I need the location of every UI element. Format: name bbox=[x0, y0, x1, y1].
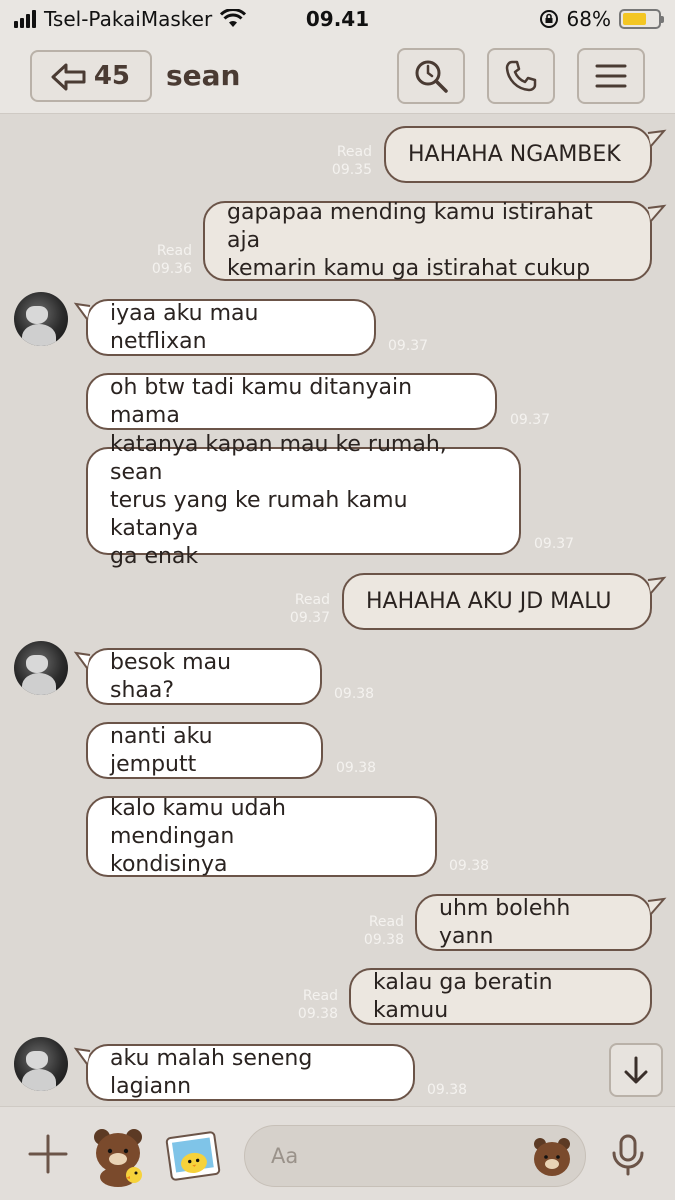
message-time: 09.37 bbox=[534, 536, 575, 552]
read-status: Read bbox=[302, 988, 338, 1004]
read-status: Read bbox=[156, 243, 192, 259]
menu-button[interactable] bbox=[577, 47, 645, 104]
back-arrow-icon bbox=[51, 63, 86, 90]
sticker-icon[interactable] bbox=[88, 1125, 150, 1187]
call-button[interactable] bbox=[487, 47, 555, 104]
outgoing-message[interactable]: HAHAHA AKU JD MALU bbox=[342, 573, 652, 630]
incoming-message[interactable]: besok mau shaa? bbox=[86, 648, 322, 705]
message-meta: Read 09.37 bbox=[258, 591, 330, 627]
message-time: 09.36 bbox=[151, 261, 192, 277]
chat-header: 45 sean bbox=[0, 38, 675, 114]
search-button[interactable] bbox=[397, 47, 465, 104]
incoming-message[interactable]: iyaa aku mau netflixan bbox=[86, 299, 376, 356]
status-bar-left: Tsel-PakaiMasker bbox=[14, 7, 247, 31]
status-bar-right: 68% bbox=[539, 7, 664, 31]
header-actions bbox=[397, 47, 645, 104]
incoming-message[interactable]: aku malah seneng lagiann bbox=[86, 1044, 415, 1101]
message-time: 09.37 bbox=[289, 610, 330, 626]
message-time: 09.38 bbox=[427, 1082, 468, 1098]
menu-icon bbox=[595, 64, 627, 87]
plus-icon[interactable] bbox=[26, 1132, 70, 1176]
avatar[interactable] bbox=[14, 1037, 68, 1091]
message-time: 09.38 bbox=[336, 760, 377, 776]
composer-bar: Aa bbox=[0, 1106, 675, 1200]
scroll-down-button[interactable] bbox=[609, 1043, 663, 1097]
message-list[interactable]: HAHAHA NGAMBEK Read 09.35 gapapaa mendin… bbox=[0, 115, 675, 1105]
carrier-name: Tsel-PakaiMasker bbox=[44, 7, 213, 31]
phone-icon bbox=[505, 60, 537, 91]
incoming-message[interactable]: oh btw tadi kamu ditanyain mama bbox=[86, 373, 497, 430]
message-time: 09.37 bbox=[510, 412, 551, 428]
message-time: 09.38 bbox=[297, 1006, 338, 1022]
outgoing-message[interactable]: gapapaa mending kamu istirahat aja kemar… bbox=[203, 200, 652, 281]
read-status: Read bbox=[368, 914, 404, 930]
orientation-lock-icon bbox=[539, 10, 558, 28]
chat-title: sean bbox=[166, 59, 241, 92]
incoming-message[interactable]: katanya kapan mau ke rumah, sean terus y… bbox=[86, 432, 521, 569]
back-button[interactable]: 45 bbox=[30, 49, 152, 102]
signal-icon bbox=[14, 10, 36, 28]
message-meta: Read 09.38 bbox=[266, 987, 338, 1023]
search-icon bbox=[415, 60, 448, 93]
incoming-message[interactable]: nanti aku jemputt bbox=[86, 722, 323, 779]
message-input-placeholder: Aa bbox=[271, 1144, 299, 1168]
emoji-icon[interactable] bbox=[530, 1135, 574, 1179]
wifi-icon bbox=[220, 9, 247, 27]
microphone-icon[interactable] bbox=[610, 1133, 646, 1177]
message-time: 09.35 bbox=[331, 162, 372, 178]
read-status: Read bbox=[336, 144, 372, 160]
arrow-down-icon bbox=[624, 1056, 648, 1084]
message-meta: Read 09.35 bbox=[300, 143, 372, 179]
incoming-message[interactable]: kalo kamu udah mendingan kondisinya bbox=[86, 796, 437, 877]
read-status: Read bbox=[294, 592, 330, 608]
message-time: 09.38 bbox=[363, 932, 404, 948]
unread-count: 45 bbox=[93, 60, 130, 91]
message-meta: Read 09.38 bbox=[332, 913, 404, 949]
photo-icon[interactable] bbox=[164, 1127, 222, 1185]
status-bar: Tsel-PakaiMasker 09.41 68% bbox=[0, 0, 675, 38]
avatar[interactable] bbox=[14, 292, 68, 346]
battery-percent: 68% bbox=[566, 7, 611, 31]
message-time: 09.38 bbox=[449, 858, 490, 874]
message-meta: Read 09.36 bbox=[120, 242, 192, 278]
outgoing-message[interactable]: HAHAHA NGAMBEK bbox=[384, 126, 652, 183]
message-time: 09.37 bbox=[388, 338, 429, 354]
message-time: 09.38 bbox=[334, 686, 375, 702]
avatar[interactable] bbox=[14, 641, 68, 695]
outgoing-message[interactable]: uhm bolehh yann bbox=[415, 894, 652, 951]
outgoing-message[interactable]: kalau ga beratin kamuu bbox=[349, 968, 652, 1025]
battery-icon bbox=[619, 9, 664, 29]
